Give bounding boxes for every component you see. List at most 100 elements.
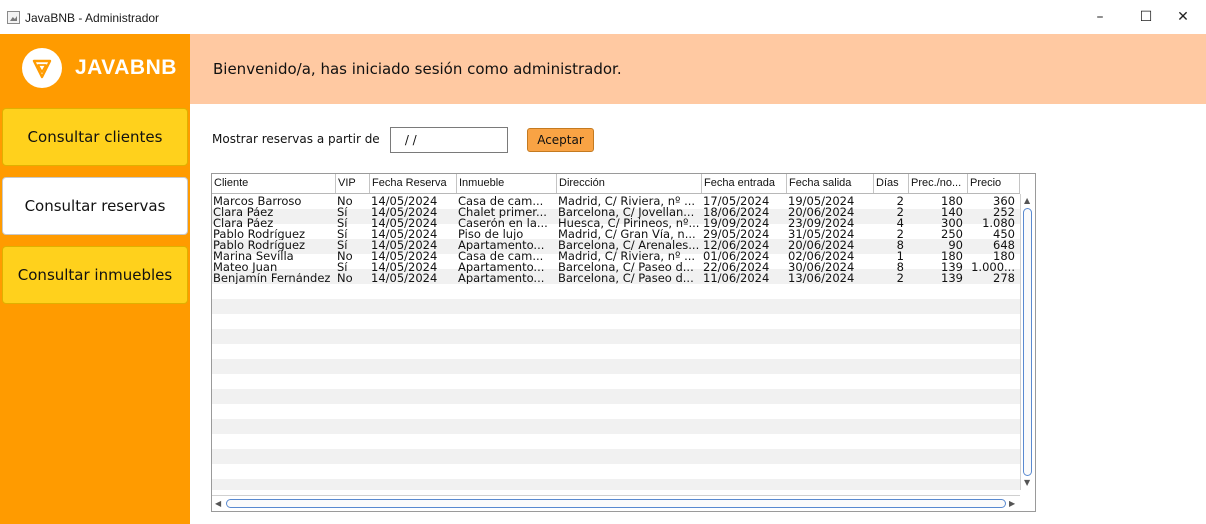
table-cell: 300: [941, 218, 963, 229]
table-cell: Casa de cam...: [458, 251, 544, 262]
table-cell: Casa de cam...: [458, 196, 544, 207]
sidebar-item-reservas[interactable]: Consultar reservas: [2, 177, 188, 235]
table-cell: Marina Sevilla: [213, 251, 294, 262]
table-cell: 180: [941, 251, 963, 262]
vertical-scrollbar[interactable]: ▲ ▼: [1020, 194, 1035, 490]
sidebar-item-label: Consultar reservas: [24, 197, 166, 215]
sidebar: JAVABNB Consultar clientes Consultar res…: [0, 34, 190, 524]
table-cell: 14/05/2024: [371, 251, 438, 262]
column-header[interactable]: Fecha entrada: [702, 174, 787, 193]
table-cell: Barcelona, C/ Arenales...: [558, 240, 700, 251]
table-cell: 19/05/2024: [788, 196, 855, 207]
table-cell: Sí: [337, 218, 348, 229]
sidebar-item-clientes[interactable]: Consultar clientes: [2, 108, 188, 166]
table-cell: Sí: [337, 207, 348, 218]
horizontal-scrollbar[interactable]: ◀ ▶: [212, 495, 1020, 511]
table-cell: 2: [896, 207, 904, 218]
table-cell: Sí: [337, 262, 348, 273]
logo-text: JAVABNB: [75, 56, 177, 79]
table-cell: 450: [993, 229, 1015, 240]
table-cell: 8: [896, 240, 904, 251]
table-cell: 648: [993, 240, 1015, 251]
table-cell: 14/05/2024: [371, 273, 438, 284]
table-cell: 14/05/2024: [371, 218, 438, 229]
java-app-icon: [7, 11, 20, 24]
reservations-table[interactable]: Cliente VIP Fecha Reserva Inmueble Dirección…: [211, 173, 1036, 512]
scroll-left-icon[interactable]: ◀: [215, 499, 221, 509]
table-cell: Pablo Rodríguez: [213, 240, 306, 251]
table-cell: Sí: [337, 229, 348, 240]
table-cell: 20/06/2024: [788, 207, 855, 218]
welcome-message: Bienvenido/a, has iniciado sesión como a…: [213, 60, 622, 78]
table-cell: Mateo Juan: [213, 262, 278, 273]
table-row[interactable]: Pablo Rodríguez Sí 14/05/2024 Piso de lujo M…: [212, 229, 1020, 240]
table-cell: No: [337, 196, 353, 207]
date-filter-input[interactable]: [390, 127, 508, 153]
minimize-icon[interactable]: –: [1077, 0, 1123, 34]
table-cell: 01/06/2024: [703, 251, 770, 262]
scroll-down-icon[interactable]: ▼: [1024, 478, 1030, 488]
table-cell: 2: [896, 273, 904, 284]
vertical-scroll-thumb[interactable]: [1023, 208, 1032, 476]
column-header[interactable]: Precio: [968, 174, 1020, 193]
column-header[interactable]: Días: [874, 174, 909, 193]
horizontal-scroll-thumb[interactable]: [226, 499, 1006, 508]
table-cell: Marcos Barroso: [213, 196, 302, 207]
table-body: Marcos Barroso No 14/05/2024 Casa de cam...…: [212, 194, 1020, 490]
table-cell: 1.000...: [971, 262, 1015, 273]
table-cell: Clara Páez: [213, 218, 274, 229]
table-cell: 20/06/2024: [788, 240, 855, 251]
table-cell: No: [337, 273, 353, 284]
table-cell: 250: [941, 229, 963, 240]
column-header[interactable]: Cliente: [212, 174, 336, 193]
table-cell: 1: [896, 251, 904, 262]
table-cell: 23/09/2024: [788, 218, 855, 229]
column-header[interactable]: Fecha Reserva: [370, 174, 457, 193]
window-title: JavaBNB - Administrador: [25, 11, 160, 25]
table-cell: Apartamento...: [458, 240, 545, 251]
column-header[interactable]: Prec./no...: [909, 174, 968, 193]
scroll-up-icon[interactable]: ▲: [1024, 196, 1030, 206]
table-row[interactable]: Clara Páez Sí 14/05/2024 Caserón en la... Hu…: [212, 218, 1020, 229]
table-row[interactable]: Benjamín Fernández No 14/05/2024 Apartament…: [212, 273, 1020, 284]
table-cell: 180: [993, 251, 1015, 262]
table-cell: 31/05/2024: [788, 229, 855, 240]
table-cell: Huesca, C/ Pirineos, nº...: [558, 218, 700, 229]
table-cell: 278: [993, 273, 1015, 284]
accept-button[interactable]: Aceptar: [527, 128, 594, 152]
table-cell: Caserón en la...: [458, 218, 548, 229]
table-cell: Barcelona, C/ Paseo d...: [558, 273, 694, 284]
table-cell: 2: [896, 196, 904, 207]
table-cell: 4: [896, 218, 904, 229]
table-row[interactable]: Pablo Rodríguez Sí 14/05/2024 Apartamento..…: [212, 240, 1020, 251]
column-header[interactable]: Inmueble: [457, 174, 557, 193]
title-bar: JavaBNB - Administrador – ☐ ✕: [0, 0, 1206, 34]
table-cell: 180: [941, 196, 963, 207]
close-icon[interactable]: ✕: [1160, 0, 1206, 34]
column-header[interactable]: Dirección: [557, 174, 702, 193]
table-row[interactable]: Mateo Juan Sí 14/05/2024 Apartamento... Barc…: [212, 262, 1020, 273]
table-cell: Pablo Rodríguez: [213, 229, 306, 240]
table-cell: 139: [941, 262, 963, 273]
table-cell: Barcelona, C/ Paseo d...: [558, 262, 694, 273]
table-cell: Chalet primer...: [458, 207, 547, 218]
table-header: Cliente VIP Fecha Reserva Inmueble Dirección…: [212, 174, 1020, 194]
logo: [22, 48, 62, 88]
scroll-right-icon[interactable]: ▶: [1009, 499, 1015, 509]
table-cell: 1.080: [982, 218, 1015, 229]
table-cell: 140: [941, 207, 963, 218]
table-cell: 2: [896, 229, 904, 240]
table-row[interactable]: Marina Sevilla No 14/05/2024 Casa de cam...…: [212, 251, 1020, 262]
table-row[interactable]: Marcos Barroso No 14/05/2024 Casa de cam...…: [212, 196, 1020, 207]
table-cell: 14/05/2024: [371, 262, 438, 273]
table-cell: 14/05/2024: [371, 229, 438, 240]
sidebar-item-inmuebles[interactable]: Consultar inmuebles: [2, 246, 188, 304]
date-filter-label: Mostrar reservas a partir de: [212, 132, 380, 146]
column-header[interactable]: Fecha salida: [787, 174, 874, 193]
table-cell: Apartamento...: [458, 262, 545, 273]
sidebar-item-label: Consultar inmuebles: [17, 266, 173, 284]
table-row[interactable]: Clara Páez Sí 14/05/2024 Chalet primer... Ba…: [212, 207, 1020, 218]
table-cell: Madrid, C/ Riviera, nº ...: [558, 196, 696, 207]
column-header[interactable]: VIP: [336, 174, 370, 193]
table-cell: 11/06/2024: [703, 273, 770, 284]
